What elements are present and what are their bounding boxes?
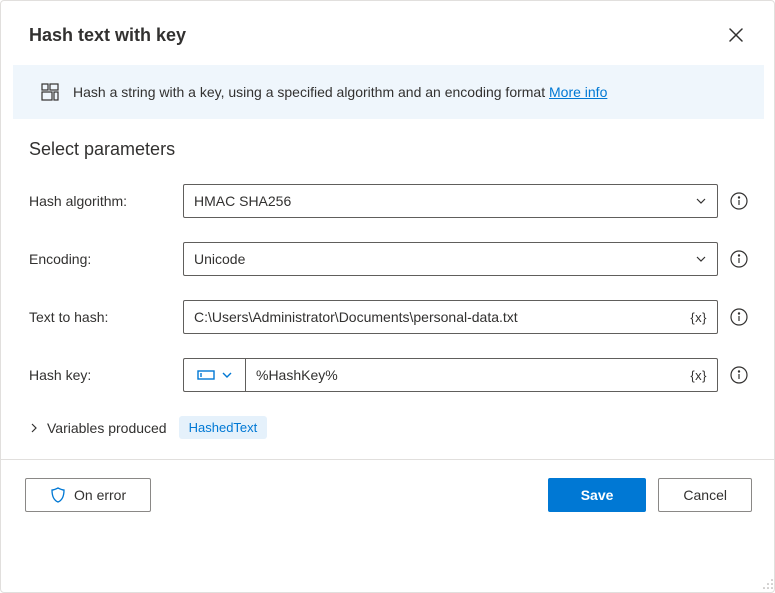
- param-hash-key: Hash key: %HashKey% {x}: [29, 358, 748, 392]
- chevron-down-icon: [695, 195, 707, 207]
- variable-chip-hashedtext[interactable]: HashedText: [179, 416, 268, 439]
- info-banner: Hash a string with a key, using a specif…: [13, 65, 764, 119]
- label-encoding: Encoding:: [29, 251, 183, 267]
- variables-produced-row: Variables produced HashedText: [29, 416, 748, 439]
- variable-picker-button[interactable]: {x}: [690, 368, 707, 383]
- variable-picker-button[interactable]: {x}: [690, 310, 707, 325]
- info-banner-text: Hash a string with a key, using a specif…: [73, 84, 607, 100]
- input-text-to-hash[interactable]: C:\Users\Administrator\Documents\persona…: [183, 300, 718, 334]
- save-button[interactable]: Save: [548, 478, 647, 512]
- shield-icon: [50, 487, 66, 503]
- input-hash-key[interactable]: %HashKey% {x}: [245, 358, 718, 392]
- info-icon-hash-key[interactable]: [730, 366, 748, 384]
- chevron-right-icon: [29, 423, 39, 433]
- section-title: Select parameters: [29, 139, 748, 160]
- info-icon-encoding[interactable]: [730, 250, 748, 268]
- info-icon-hash-algorithm[interactable]: [730, 192, 748, 210]
- on-error-button[interactable]: On error: [25, 478, 151, 512]
- close-icon: [729, 28, 743, 42]
- param-hash-algorithm: Hash algorithm: HMAC SHA256: [29, 184, 748, 218]
- parameters-section: Select parameters Hash algorithm: HMAC S…: [1, 129, 775, 459]
- chevron-down-icon: [695, 253, 707, 265]
- info-icon-text-to-hash[interactable]: [730, 308, 748, 326]
- param-text-to-hash: Text to hash: C:\Users\Administrator\Doc…: [29, 300, 748, 334]
- text-input-icon: [197, 369, 215, 381]
- more-info-link[interactable]: More info: [549, 84, 607, 100]
- cancel-button[interactable]: Cancel: [658, 478, 752, 512]
- close-button[interactable]: [720, 19, 752, 51]
- input-type-selector-button[interactable]: [183, 358, 245, 392]
- param-encoding: Encoding: Unicode: [29, 242, 748, 276]
- dialog-header: Hash text with key: [1, 1, 775, 65]
- variables-produced-expander[interactable]: Variables produced: [29, 420, 167, 436]
- dialog-title: Hash text with key: [29, 25, 186, 46]
- variables-produced-label: Variables produced: [47, 420, 167, 436]
- label-hash-algorithm: Hash algorithm:: [29, 193, 183, 209]
- resize-grip-icon: [762, 578, 774, 590]
- dialog-footer: On error Save Cancel: [1, 459, 775, 530]
- select-hash-algorithm[interactable]: HMAC SHA256: [183, 184, 718, 218]
- label-hash-key: Hash key:: [29, 367, 183, 383]
- action-icon: [41, 83, 59, 101]
- select-encoding[interactable]: Unicode: [183, 242, 718, 276]
- label-text-to-hash: Text to hash:: [29, 309, 183, 325]
- chevron-down-icon: [221, 369, 233, 381]
